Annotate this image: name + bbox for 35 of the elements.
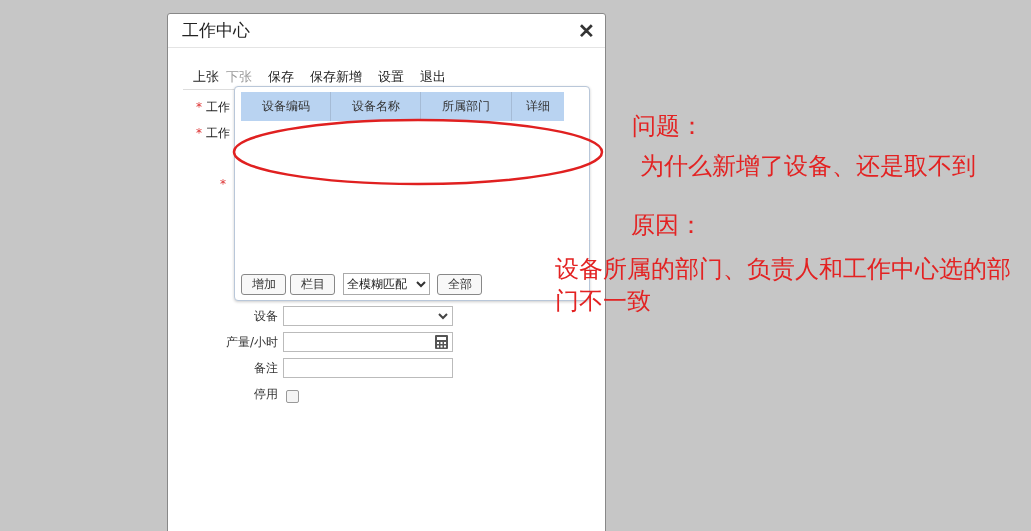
close-button[interactable]: ✕	[574, 18, 599, 43]
required-mark: *	[220, 177, 226, 191]
window-title: 工作中心	[182, 19, 250, 42]
annotation-text: 设备所属的部门、负责人和工作中心选的部门不一致	[555, 254, 1012, 317]
field-label: 工作	[206, 124, 230, 142]
field-label: 停用	[253, 385, 278, 403]
field-label: 工作	[206, 98, 230, 116]
field-label: 产量/小时	[224, 333, 278, 351]
all-button[interactable]: 全部	[437, 273, 482, 295]
column-header: 设备编码	[241, 92, 332, 121]
field-label: 设备	[253, 307, 278, 325]
match-mode-select[interactable]: 全模糊匹配	[343, 273, 430, 295]
chevron-icon	[416, 280, 426, 288]
toolbar-button[interactable]: 上张	[183, 68, 224, 86]
toolbar-button[interactable]: 保存新增	[301, 68, 367, 86]
column-header: 设备名称	[331, 92, 422, 121]
popup-button[interactable]: 栏目	[290, 273, 335, 295]
annotation-text: 原因：	[631, 210, 703, 241]
required-mark: *	[196, 126, 202, 140]
toolbar-button[interactable]: 保存	[259, 68, 299, 86]
annotation-text: 为什么新增了设备、还是取不到	[640, 151, 976, 182]
field-label: 备注	[253, 359, 278, 377]
input-field[interactable]	[283, 358, 453, 378]
checkbox[interactable]	[286, 390, 299, 403]
column-header: 详细	[524, 98, 551, 115]
calculator-icon[interactable]	[435, 335, 448, 349]
annotation-text: 问题：	[632, 111, 704, 142]
toolbar-button[interactable]: 设置	[369, 68, 409, 86]
chevron-icon	[438, 312, 448, 320]
toolbar-button[interactable]: 退出	[411, 68, 451, 86]
column-header: 所属部门	[421, 92, 512, 121]
input-field[interactable]	[283, 332, 453, 352]
required-mark: *	[196, 100, 202, 114]
equipment-select[interactable]	[283, 306, 453, 326]
popup-button[interactable]: 增加	[241, 273, 286, 295]
